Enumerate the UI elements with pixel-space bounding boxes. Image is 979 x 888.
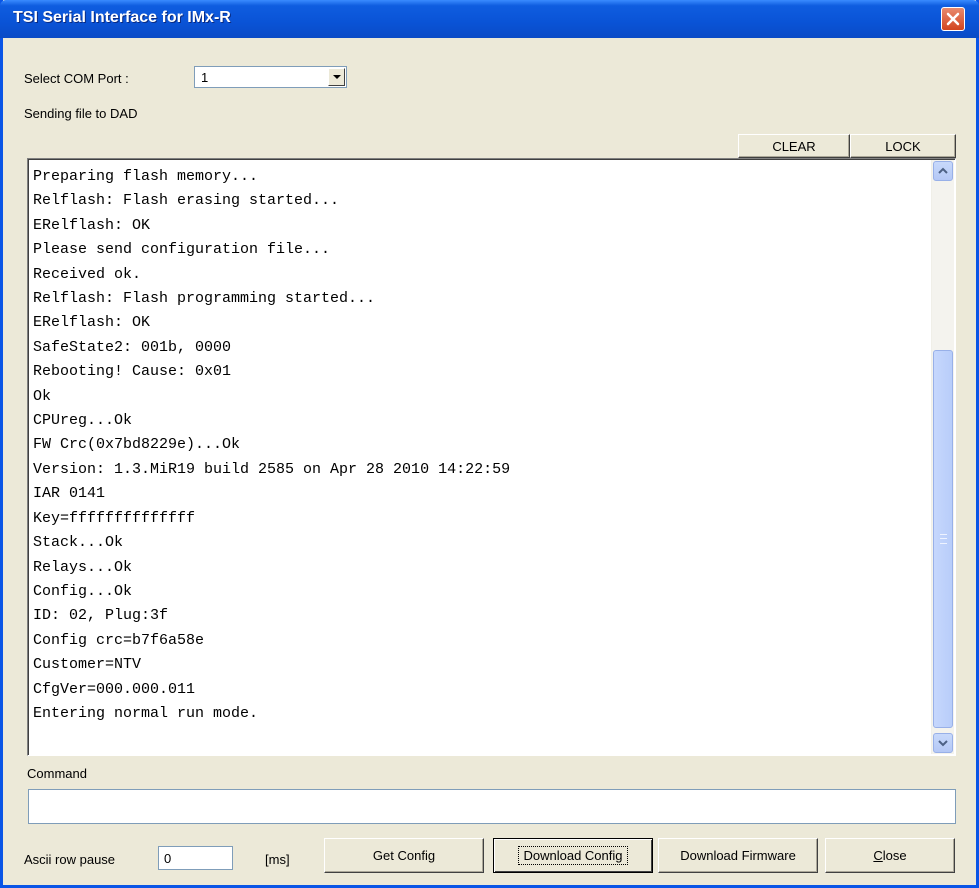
terminal-text: Preparing flash memory... Relflash: Flas… (33, 168, 511, 722)
window-title: TSI Serial Interface for IMx-R (13, 9, 231, 26)
scroll-thumb[interactable] (933, 350, 953, 728)
lock-button[interactable]: LOCK (850, 134, 956, 158)
arrow-up-icon (938, 167, 948, 174)
com-port-value: 1 (201, 70, 209, 85)
ascii-pause-unit: [ms] (265, 852, 290, 867)
close-x-icon (946, 12, 960, 26)
chevron-down-icon[interactable] (328, 68, 345, 86)
close-window-button[interactable] (941, 7, 965, 31)
arrow-down-icon (938, 740, 948, 747)
com-port-label: Select COM Port : (24, 71, 129, 86)
ascii-pause-label: Ascii row pause (24, 852, 116, 867)
get-config-button[interactable]: Get Config (324, 838, 484, 873)
download-firmware-button[interactable]: Download Firmware (658, 838, 818, 873)
grip-icon (940, 534, 947, 544)
command-input[interactable] (28, 789, 956, 824)
close-label: Close (873, 848, 907, 863)
ascii-pause-input[interactable]: 0 (158, 846, 233, 870)
dialog-window: TSI Serial Interface for IMx-R Select CO… (0, 0, 979, 888)
title-bar[interactable]: TSI Serial Interface for IMx-R (0, 0, 979, 38)
download-config-button[interactable]: Download Config (493, 838, 653, 873)
vertical-scrollbar[interactable] (931, 160, 954, 754)
download-config-label: Download Config (518, 846, 628, 865)
clear-button[interactable]: CLEAR (738, 134, 850, 158)
status-text: Sending file to DAD (24, 106, 138, 121)
command-label: Command (27, 766, 87, 781)
scroll-down-button[interactable] (933, 733, 953, 753)
com-port-select[interactable]: 1 (194, 66, 347, 88)
close-button[interactable]: Close (825, 838, 955, 873)
terminal-output[interactable]: Preparing flash memory... Relflash: Flas… (27, 158, 956, 756)
scroll-up-button[interactable] (933, 161, 953, 181)
